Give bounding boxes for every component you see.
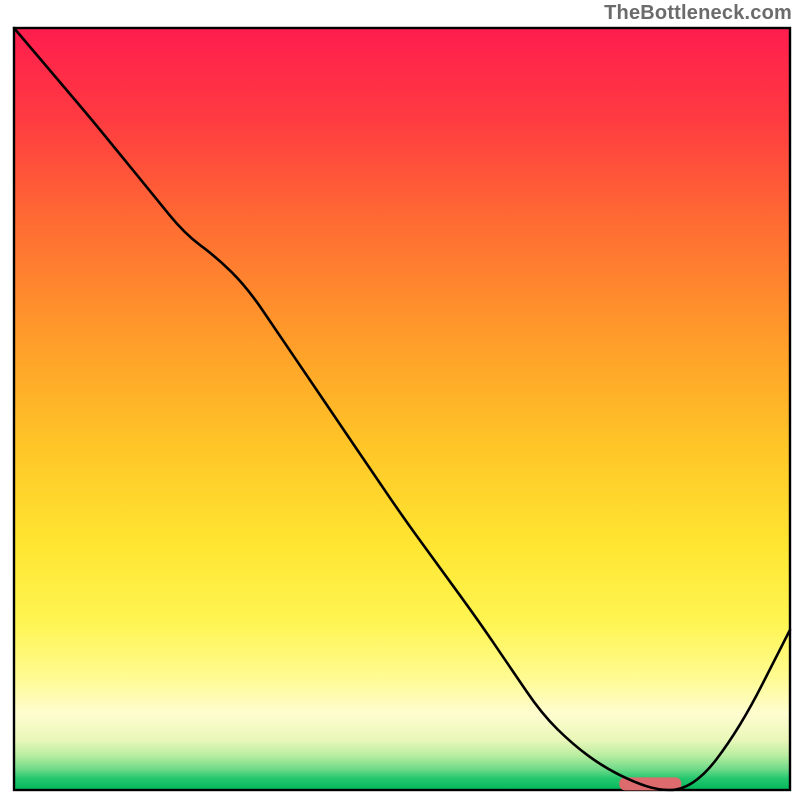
chart-container: TheBottleneck.com	[0, 0, 800, 800]
bottleneck-chart	[0, 0, 800, 800]
plot-background	[14, 28, 790, 790]
